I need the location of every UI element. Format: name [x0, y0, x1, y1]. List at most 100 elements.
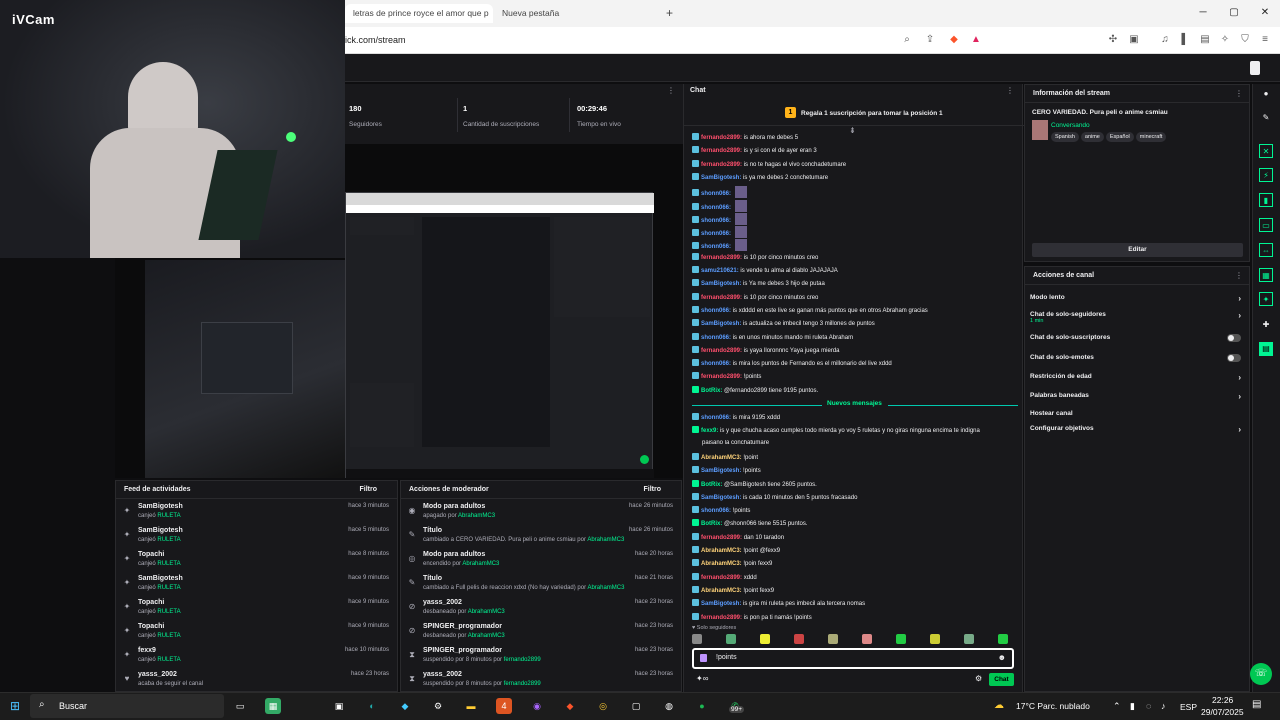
- chat-username[interactable]: fernando2899:: [701, 295, 742, 301]
- emote-picker-icon[interactable]: ☻: [998, 653, 1006, 662]
- mod-action-item[interactable]: ⧗ SPINGER_programador suspendido por 8 min…: [401, 645, 681, 669]
- clock-time[interactable]: 22:26: [1212, 695, 1233, 705]
- chat-username[interactable]: shonn066:: [701, 508, 731, 514]
- steam-icon[interactable]: ⚙: [430, 698, 446, 714]
- chat-username[interactable]: fernando2899:: [701, 374, 742, 380]
- chat-username[interactable]: shonn066:: [701, 335, 731, 341]
- chat-username[interactable]: AbrahamMC3:: [701, 561, 742, 567]
- tool-icon-3[interactable]: ▮: [1259, 193, 1273, 207]
- chat-username[interactable]: SamBigotesh:: [701, 601, 741, 607]
- chat-username[interactable]: AbrahamMC3:: [701, 548, 742, 554]
- support-chat-icon[interactable]: ☏: [1250, 663, 1272, 685]
- taskbar-search[interactable]: ⌕ Buscar: [30, 694, 224, 718]
- tag[interactable]: Español: [1105, 132, 1134, 142]
- zoom-icon[interactable]: ⌕: [900, 33, 914, 47]
- tab-lyrics[interactable]: letras de prince royce el amor que p: [345, 4, 493, 23]
- notifications-icon[interactable]: ▤: [1252, 699, 1261, 710]
- stats-more-icon[interactable]: ⋮: [667, 86, 675, 95]
- chat-username[interactable]: SamBigotesh:: [701, 468, 741, 474]
- task-view-icon[interactable]: ▭: [232, 698, 248, 714]
- emote-icon[interactable]: [964, 634, 974, 644]
- chat-username[interactable]: fernando2899:: [701, 535, 742, 541]
- chat-username[interactable]: shonn066:: [701, 361, 731, 367]
- chat-username[interactable]: BotRix:: [701, 388, 722, 394]
- activity-item[interactable]: ✦ Topachi canjeó RULETA hace 9 minutos: [116, 597, 397, 621]
- info-icon[interactable]: ●: [1259, 87, 1273, 101]
- chat-send-button[interactable]: Chat: [989, 673, 1014, 686]
- activity-item[interactable]: ✦ Topachi canjeó RULETA hace 9 minutos: [116, 621, 397, 645]
- chat-username[interactable]: shonn066:: [701, 218, 731, 224]
- mod-action-item[interactable]: ⊘ SPINGER_programador desbaneado por Abrah…: [401, 621, 681, 645]
- chat-username[interactable]: BotRix:: [701, 482, 722, 488]
- actions-more-icon[interactable]: ⋮: [1235, 271, 1243, 280]
- emote-icon[interactable]: [828, 634, 838, 644]
- extensions-icon[interactable]: ✣: [1106, 33, 1120, 47]
- app-icon-4[interactable]: ◉: [529, 698, 545, 714]
- edit-info-button[interactable]: Editar: [1032, 243, 1243, 257]
- minimize-button[interactable]: ─: [1192, 4, 1214, 22]
- chat-username[interactable]: SamBigotesh:: [701, 495, 741, 501]
- tag[interactable]: Spanish: [1051, 132, 1079, 142]
- rewards-icon[interactable]: ▲: [969, 33, 983, 47]
- activity-item[interactable]: ✦ SamBigotesh canjeó RULETA hace 9 minutos: [116, 573, 397, 597]
- clock-date[interactable]: 29/07/2025: [1201, 707, 1244, 717]
- chat-username[interactable]: samu210621:: [701, 268, 739, 274]
- chat-username[interactable]: shonn066:: [701, 244, 731, 250]
- wallet-icon[interactable]: ▤: [1198, 33, 1212, 47]
- url-input[interactable]: ick.com/stream: [345, 35, 406, 45]
- activity-item[interactable]: ✦ SamBigotesh canjeó RULETA hace 3 minutos: [116, 501, 397, 525]
- tray-chevron-icon[interactable]: ⌃: [1113, 701, 1121, 712]
- emote-icon[interactable]: [692, 634, 702, 644]
- app-icon-6[interactable]: ◍: [661, 698, 677, 714]
- chat-settings-icon[interactable]: ⚙: [975, 674, 982, 683]
- tag[interactable]: minecraft: [1135, 132, 1167, 142]
- app-icon[interactable]: ▣: [331, 698, 347, 714]
- chat-username[interactable]: fernando2899:: [701, 148, 742, 154]
- channel-action-item[interactable]: Palabras baneadas ›: [1030, 392, 1243, 408]
- mod-action-item[interactable]: ⊘ yasss_2002 desbaneado por AbrahamMC3 hace…: [401, 597, 681, 621]
- emote-icon[interactable]: [760, 634, 770, 644]
- chat-input[interactable]: !points ☻: [692, 648, 1014, 669]
- info-more-icon[interactable]: ⋮: [1235, 89, 1243, 98]
- maximize-button[interactable]: ▢: [1223, 4, 1245, 22]
- emote-icon[interactable]: [930, 634, 940, 644]
- menu-icon[interactable]: ≡: [1258, 33, 1272, 47]
- chat-username[interactable]: BotRix:: [701, 521, 722, 527]
- chat-username[interactable]: SamBigotesh:: [701, 321, 741, 327]
- edge-icon[interactable]: ◐: [364, 698, 380, 714]
- profile-icon[interactable]: [1250, 61, 1260, 75]
- tool-icon-6[interactable]: ▦: [1259, 268, 1273, 282]
- points-icon[interactable]: ✦∞: [696, 674, 708, 683]
- store-icon[interactable]: ▦: [265, 698, 281, 714]
- chat-username[interactable]: fernando2899:: [701, 575, 742, 581]
- chat-username[interactable]: AbrahamMC3:: [701, 455, 742, 461]
- tool-icon-1[interactable]: ✕: [1259, 144, 1273, 158]
- ai-icon[interactable]: ✧: [1218, 33, 1232, 47]
- activity-item[interactable]: ♥ yasss_2002 acaba de seguir el canal hace …: [116, 669, 397, 693]
- brave-icon[interactable]: ◆: [562, 698, 578, 714]
- activity-item[interactable]: ✦ Topachi canjeó RULETA hace 8 minutos: [116, 549, 397, 573]
- emote-icon[interactable]: [794, 634, 804, 644]
- chat-username[interactable]: fernando2899:: [701, 615, 742, 621]
- chat-more-icon[interactable]: ⋮: [1006, 86, 1014, 95]
- emote-icon[interactable]: [862, 634, 872, 644]
- gift-banner[interactable]: 1 Regala 1 suscripción para tomar la pos…: [684, 102, 1024, 126]
- screenshot-icon[interactable]: ▣: [1127, 33, 1141, 47]
- chat-username[interactable]: shonn066:: [701, 205, 731, 211]
- chat-username[interactable]: shonn066:: [701, 191, 731, 197]
- channel-action-item[interactable]: Hostear canal: [1030, 410, 1243, 426]
- chat-username[interactable]: shonn066:: [701, 308, 731, 314]
- chat-username[interactable]: fernando2899:: [701, 348, 742, 354]
- mod-action-item[interactable]: ⧗ yasss_2002 suspendido por 8 minutos por …: [401, 669, 681, 693]
- chat-username[interactable]: shonn066:: [701, 231, 731, 237]
- tool-icon-5[interactable]: ⇔: [1259, 243, 1273, 257]
- share-icon[interactable]: ⇪: [923, 33, 937, 47]
- network-icon[interactable]: ◌: [1146, 701, 1151, 711]
- chat-tool-icon[interactable]: ▭: [1259, 218, 1273, 232]
- emote-icon[interactable]: [998, 634, 1008, 644]
- weather-text[interactable]: 17°C Parc. nublado: [1016, 701, 1090, 711]
- chrome-icon[interactable]: ◎: [595, 698, 611, 714]
- tool-icon-2[interactable]: ⚡: [1259, 168, 1273, 182]
- edit-icon[interactable]: ✎: [1259, 111, 1273, 125]
- wrench-icon[interactable]: ✦: [1259, 292, 1273, 306]
